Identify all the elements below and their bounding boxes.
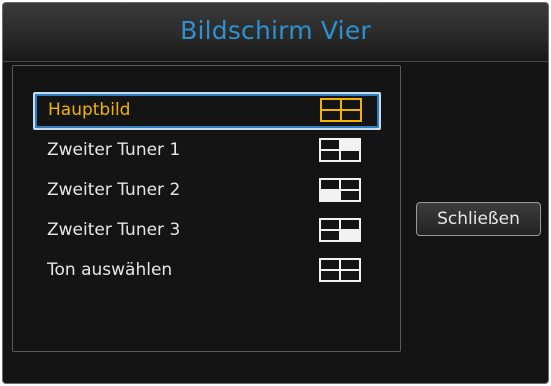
options-list: Hauptbild Zweiter Tuner 1 Zweiter Tuner …: [12, 65, 401, 352]
quadrant-top-left: [321, 220, 339, 229]
quadrant-top-left: [321, 140, 339, 149]
title-bar: Bildschirm Vier: [3, 3, 548, 62]
quadrant-bottom-right: [341, 231, 359, 240]
quad-layout-icon: [320, 98, 362, 122]
list-item-label: Hauptbild: [48, 100, 131, 120]
close-button[interactable]: Schließen: [416, 202, 541, 236]
quadrant-top-left: [321, 180, 339, 189]
list-item-label: Zweiter Tuner 3: [47, 220, 181, 240]
dialog-title: Bildschirm Vier: [180, 16, 371, 45]
quad-layout-icon: [319, 138, 361, 162]
quadrant-bottom-left: [321, 231, 339, 240]
quadrant-bottom-right: [341, 151, 359, 160]
quadrant-bottom-left: [322, 111, 340, 120]
quadrant-bottom-right: [341, 271, 359, 280]
list-item-ton-auswaehlen[interactable]: Ton auswählen: [33, 252, 381, 290]
quadrant-top-left: [322, 100, 340, 109]
quadrant-bottom-left: [321, 191, 339, 200]
quadrant-top-right: [341, 180, 359, 189]
quadrant-top-right: [342, 100, 360, 109]
list-item-label: Ton auswählen: [47, 260, 173, 280]
quad-screen-dialog: Bildschirm Vier Hauptbild Zweiter Tuner …: [2, 2, 549, 384]
quad-layout-icon: [319, 178, 361, 202]
quadrant-bottom-left: [321, 151, 339, 160]
quadrant-bottom-right: [341, 191, 359, 200]
list-item-zweiter-tuner-3[interactable]: Zweiter Tuner 3: [33, 212, 381, 250]
list-item-zweiter-tuner-1[interactable]: Zweiter Tuner 1: [33, 132, 381, 170]
quad-layout-icon: [319, 218, 361, 242]
quad-layout-icon: [319, 258, 361, 282]
quadrant-top-right: [341, 220, 359, 229]
quadrant-top-right: [341, 140, 359, 149]
quadrant-bottom-left: [321, 271, 339, 280]
quadrant-top-left: [321, 260, 339, 269]
list-item-label: Zweiter Tuner 2: [47, 180, 181, 200]
list-item-label: Zweiter Tuner 1: [47, 140, 181, 160]
list-item-zweiter-tuner-2[interactable]: Zweiter Tuner 2: [33, 172, 381, 210]
quadrant-top-right: [341, 260, 359, 269]
quadrant-bottom-right: [342, 111, 360, 120]
list-item-hauptbild[interactable]: Hauptbild: [33, 92, 381, 130]
